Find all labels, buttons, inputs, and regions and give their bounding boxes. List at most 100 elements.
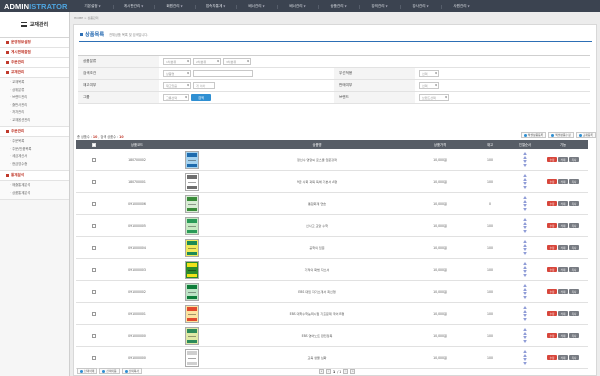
move-down-icon[interactable]	[523, 340, 527, 343]
product-name[interactable]: 신사고 교양 수학	[222, 223, 412, 228]
move-up-icon[interactable]	[523, 328, 527, 331]
top-menu-item[interactable]: 상품관리▼	[318, 4, 359, 9]
category-select-2[interactable]: 2차분류 ▼	[193, 58, 221, 65]
book-cover-image[interactable]	[185, 172, 199, 191]
select-all-checkbox[interactable]	[92, 142, 96, 147]
sidebar-group[interactable]: 교재관리	[0, 68, 69, 78]
edit-button[interactable]: 수정	[547, 223, 557, 228]
category-select-3[interactable]: 3차분류 ▼	[223, 58, 251, 65]
book-cover-image[interactable]	[185, 150, 199, 169]
sidebar-group[interactable]: 운영정보설정	[0, 38, 69, 48]
sidebar-item[interactable]: 교재목록	[0, 79, 69, 87]
next-page-icon[interactable]: ›	[343, 369, 349, 374]
book-cover-image[interactable]	[185, 238, 199, 257]
move-down-icon[interactable]	[523, 296, 527, 299]
current-page[interactable]: 1	[333, 370, 335, 374]
add-book-button[interactable]: 교재등록	[575, 132, 596, 138]
move-down-icon[interactable]	[523, 274, 527, 277]
book-cover-image[interactable]	[185, 216, 199, 235]
book-cover-image[interactable]	[185, 194, 199, 213]
top-menu-item[interactable]: 강사관리▼	[400, 4, 441, 9]
copy-button[interactable]: 복사	[569, 311, 579, 316]
excel-edit-button[interactable]: 엑셀상품수정	[548, 132, 574, 138]
delete-button[interactable]: 삭제	[558, 355, 568, 360]
delete-selected-button[interactable]: 선택삭제	[77, 368, 98, 374]
sidebar-item[interactable]: 상위분류	[0, 87, 69, 95]
edit-button[interactable]: 수정	[547, 289, 557, 294]
copy-button[interactable]: 복사	[569, 289, 579, 294]
delete-button[interactable]: 삭제	[558, 179, 568, 184]
move-down-icon[interactable]	[523, 182, 527, 185]
delete-button[interactable]: 삭제	[558, 245, 568, 250]
row-checkbox[interactable]	[92, 311, 96, 316]
sidebar-item[interactable]: 저자관리	[0, 109, 69, 117]
move-up-icon[interactable]	[523, 332, 527, 335]
move-down-icon[interactable]	[523, 292, 527, 295]
move-down-icon[interactable]	[523, 204, 527, 207]
move-up-icon[interactable]	[523, 240, 527, 243]
row-checkbox[interactable]	[92, 245, 96, 250]
prev-page-icon[interactable]: ‹	[326, 369, 331, 374]
edit-button[interactable]: 수정	[547, 201, 557, 206]
sidebar-group[interactable]: 통계분석	[0, 171, 69, 181]
product-name[interactable]: 정선수 영양씨 로스쿨 입문강좌	[222, 157, 412, 162]
move-up-icon[interactable]	[523, 178, 527, 181]
copy-button[interactable]: 복사	[569, 157, 579, 162]
row-checkbox[interactable]	[92, 179, 96, 184]
delete-button[interactable]: 삭제	[558, 157, 568, 162]
row-checkbox[interactable]	[92, 355, 96, 360]
book-cover-image[interactable]	[185, 326, 199, 345]
move-down-icon[interactable]	[523, 164, 527, 167]
move-up-icon[interactable]	[523, 200, 527, 203]
brand-select[interactable]: 브랜드선택 ▼	[419, 94, 449, 101]
book-cover-image[interactable]	[185, 260, 199, 279]
move-up-icon[interactable]	[523, 306, 527, 309]
move-down-icon[interactable]	[523, 358, 527, 361]
move-up-icon[interactable]	[523, 174, 527, 177]
move-down-icon[interactable]	[523, 230, 527, 233]
move-up-icon[interactable]	[523, 152, 527, 155]
sidebar-item[interactable]: 세금계산서	[0, 153, 69, 161]
book-cover-image[interactable]	[185, 304, 199, 323]
move-up-icon[interactable]	[523, 354, 527, 357]
stock-count-input[interactable]: 개 이하	[193, 82, 215, 89]
row-checkbox[interactable]	[92, 333, 96, 338]
copy-button[interactable]: 복사	[569, 333, 579, 338]
move-down-icon[interactable]	[523, 336, 527, 339]
product-name[interactable]: EBS 대입 자기소개서 최신형	[222, 289, 412, 294]
copy-button[interactable]: 복사	[569, 355, 579, 360]
first-page-icon[interactable]: «	[319, 369, 324, 374]
book-cover-image[interactable]	[185, 282, 199, 301]
edit-button[interactable]: 수정	[547, 267, 557, 272]
sale-select[interactable]: 선택 ▼	[419, 82, 439, 89]
top-menu-item[interactable]: 회원관리▼	[154, 4, 195, 9]
move-up-icon[interactable]	[523, 288, 527, 291]
top-menu-item[interactable]: 강의관리▼	[359, 4, 400, 9]
sidebar-group[interactable]: 주문관리	[0, 127, 69, 137]
excel-register-button[interactable]: 엑셀상품등록	[520, 132, 547, 138]
top-menu-item[interactable]: 배너관리▼	[277, 4, 318, 9]
edit-button[interactable]: 수정	[547, 179, 557, 184]
product-name[interactable]: 통합회계 연습	[222, 201, 412, 206]
row-checkbox[interactable]	[92, 267, 96, 272]
copy-button[interactable]: 복사	[569, 201, 579, 206]
top-menu-item[interactable]: 게시판관리▼	[113, 4, 154, 9]
copy-button[interactable]: 복사	[569, 179, 579, 184]
sort-select[interactable]: 선택 ▼	[419, 70, 439, 77]
move-up-icon[interactable]	[523, 218, 527, 221]
sidebar-group[interactable]: 게시판제출점	[0, 48, 69, 58]
product-name[interactable]: 교육 생물 심화	[222, 355, 412, 360]
search-button[interactable]: 검색	[191, 94, 211, 101]
product-name[interactable]: 기적의 화법 자소서	[222, 267, 412, 272]
product-name[interactable]: 9급 사회 과목 독해 기본서 A형	[222, 179, 412, 184]
move-down-icon[interactable]	[523, 186, 527, 189]
move-down-icon[interactable]	[523, 318, 527, 321]
move-down-icon[interactable]	[523, 362, 527, 365]
category-select-1[interactable]: 1차분류 ▼	[163, 58, 191, 65]
move-down-icon[interactable]	[523, 314, 527, 317]
delete-button[interactable]: 삭제	[558, 333, 568, 338]
edit-button[interactable]: 수정	[547, 355, 557, 360]
delete-button[interactable]: 삭제	[558, 311, 568, 316]
edit-button[interactable]: 수정	[547, 157, 557, 162]
move-down-icon[interactable]	[523, 226, 527, 229]
